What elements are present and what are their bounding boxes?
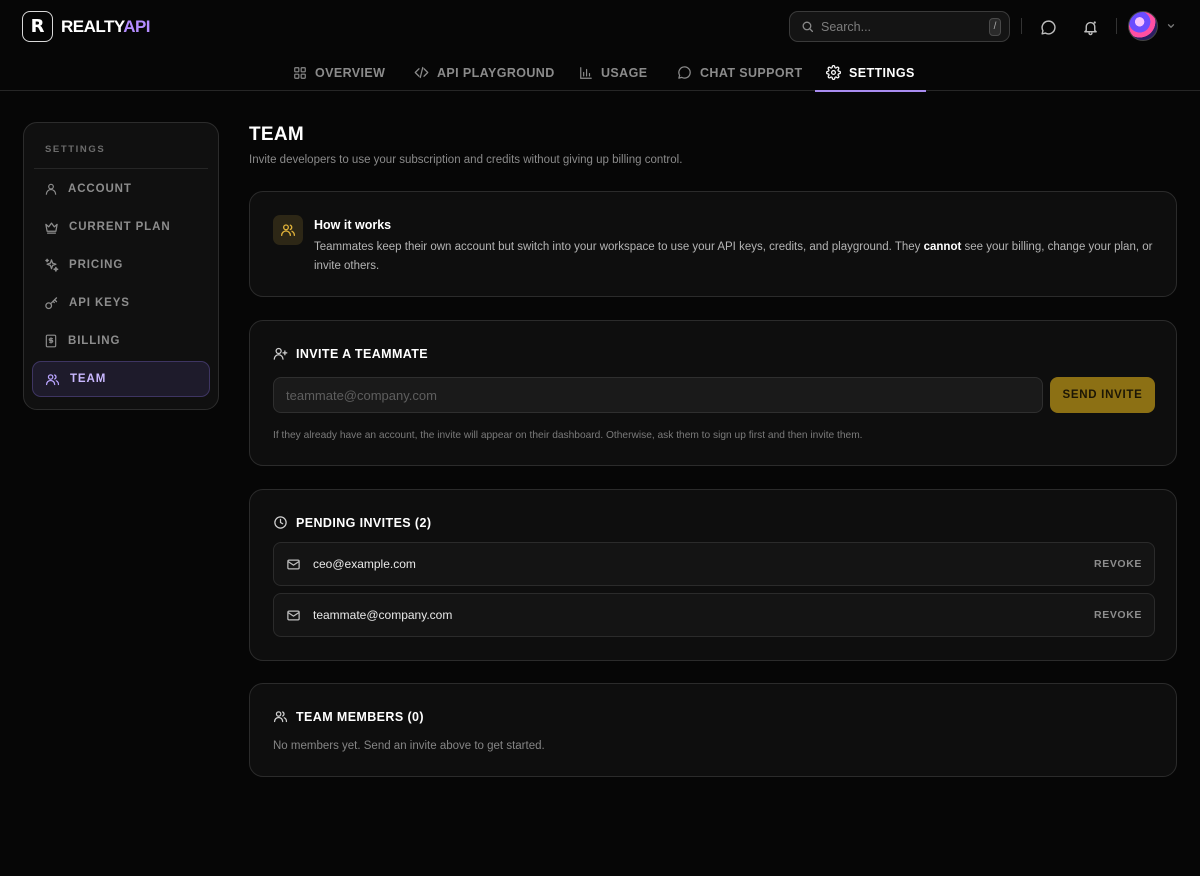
invite-email-input[interactable] bbox=[273, 377, 1043, 413]
avatar[interactable] bbox=[1128, 11, 1158, 41]
team-members-heading-text: TEAM MEMBERS (0) bbox=[296, 709, 424, 724]
sidebar-item-label: ACCOUNT bbox=[68, 183, 132, 195]
tab-label: CHAT SUPPORT bbox=[700, 65, 803, 80]
users-icon bbox=[273, 709, 288, 724]
sidebar-item-label: TEAM bbox=[70, 373, 107, 385]
sidebar-item-label: API KEYS bbox=[69, 297, 130, 309]
mail-icon bbox=[286, 608, 301, 623]
how-it-works-body: Teammates keep their own account but swi… bbox=[314, 238, 1154, 276]
team-members-empty-text: No members yet. Send an invite above to … bbox=[273, 740, 545, 752]
bar-chart-icon bbox=[579, 66, 593, 80]
sidebar-item-label: BILLING bbox=[68, 335, 121, 347]
search-box[interactable]: / bbox=[789, 11, 1010, 42]
tab-settings[interactable]: SETTINGS bbox=[815, 54, 926, 92]
tab-label: USAGE bbox=[601, 65, 648, 80]
sidebar-item-label: CURRENT PLAN bbox=[69, 221, 171, 233]
revoke-button[interactable]: REVOKE bbox=[1094, 609, 1142, 621]
team-members-card: TEAM MEMBERS (0) No members yet. Send an… bbox=[249, 683, 1177, 777]
grid-icon bbox=[293, 66, 307, 80]
pending-invites-heading-text: PENDING INVITES (2) bbox=[296, 515, 432, 530]
divider bbox=[1116, 18, 1117, 34]
search-icon bbox=[801, 20, 814, 33]
tab-overview[interactable]: OVERVIEW bbox=[282, 54, 396, 91]
invite-help-text: If they already have an account, the inv… bbox=[273, 430, 863, 441]
revoke-button[interactable]: REVOKE bbox=[1094, 558, 1142, 570]
how-it-works-card: How it works Teammates keep their own ac… bbox=[249, 191, 1177, 297]
tab-api-playground[interactable]: API PLAYGROUND bbox=[403, 54, 566, 91]
mail-icon bbox=[286, 557, 301, 572]
main-tabs: OVERVIEW API PLAYGROUND USAGE CHAT SUPPO… bbox=[0, 54, 1200, 92]
users-icon bbox=[273, 215, 303, 245]
divider bbox=[1021, 18, 1022, 34]
brand-name-accent: API bbox=[123, 16, 151, 36]
clock-icon bbox=[273, 515, 288, 530]
send-invite-button[interactable]: SEND INVITE bbox=[1050, 377, 1155, 413]
tab-chat-support[interactable]: CHAT SUPPORT bbox=[666, 54, 814, 91]
invite-card: INVITE A TEAMMATE SEND INVITE If they al… bbox=[249, 320, 1177, 466]
chat-icon[interactable] bbox=[1038, 17, 1058, 37]
key-icon bbox=[44, 296, 59, 311]
how-it-works-emphasis: cannot bbox=[923, 241, 962, 253]
logo-mark: R bbox=[22, 11, 53, 42]
how-it-works-text: Teammates keep their own account but swi… bbox=[314, 241, 924, 253]
crown-icon bbox=[44, 220, 59, 235]
sparkles-icon bbox=[44, 258, 59, 273]
users-icon bbox=[45, 372, 60, 387]
invite-heading: INVITE A TEAMMATE bbox=[273, 346, 428, 361]
top-bar: R REALTYAPI / bbox=[0, 0, 1200, 54]
sidebar-item-billing[interactable]: BILLING bbox=[32, 323, 210, 359]
gear-icon bbox=[826, 65, 841, 80]
pending-invite-row: ceo@example.com REVOKE bbox=[273, 542, 1155, 586]
code-icon bbox=[414, 65, 429, 80]
pending-invites-heading: PENDING INVITES (2) bbox=[273, 515, 431, 530]
tab-label: OVERVIEW bbox=[315, 65, 386, 80]
user-icon bbox=[44, 182, 58, 196]
sidebar-item-current-plan[interactable]: CURRENT PLAN bbox=[32, 209, 210, 245]
pending-invite-email: ceo@example.com bbox=[313, 557, 416, 571]
tab-usage[interactable]: USAGE bbox=[568, 54, 658, 91]
sidebar-item-pricing[interactable]: PRICING bbox=[32, 247, 210, 283]
pending-invites-card: PENDING INVITES (2) ceo@example.com REVO… bbox=[249, 489, 1177, 661]
chevron-down-icon[interactable] bbox=[1166, 21, 1176, 31]
tab-label: SETTINGS bbox=[849, 65, 915, 80]
sidebar-item-api-keys[interactable]: API KEYS bbox=[32, 285, 210, 321]
invite-heading-text: INVITE A TEAMMATE bbox=[296, 346, 429, 361]
page-subtitle: Invite developers to use your subscripti… bbox=[249, 154, 683, 166]
search-shortcut-key: / bbox=[989, 17, 1001, 36]
how-it-works-title: How it works bbox=[314, 218, 392, 232]
sidebar-item-account[interactable]: ACCOUNT bbox=[32, 171, 210, 207]
chat-icon bbox=[677, 65, 692, 80]
settings-sidebar: SETTINGS ACCOUNT CURRENT PLAN PRICING AP… bbox=[23, 122, 219, 410]
brand-name: REALTYAPI bbox=[61, 16, 151, 37]
page-title: TEAM bbox=[249, 124, 305, 145]
brand-logo[interactable]: R REALTYAPI bbox=[22, 11, 151, 42]
pending-invite-row: teammate@company.com REVOKE bbox=[273, 593, 1155, 637]
sidebar-item-label: PRICING bbox=[69, 259, 124, 271]
pending-invite-email: teammate@company.com bbox=[313, 608, 453, 622]
sidebar-title: SETTINGS bbox=[34, 123, 208, 169]
team-members-heading: TEAM MEMBERS (0) bbox=[273, 709, 424, 724]
search-input[interactable] bbox=[821, 19, 982, 34]
brand-name-main: REALTY bbox=[61, 16, 124, 36]
tab-label: API PLAYGROUND bbox=[437, 65, 555, 80]
receipt-icon bbox=[44, 334, 58, 348]
bell-icon[interactable] bbox=[1080, 17, 1100, 37]
user-plus-icon bbox=[273, 346, 288, 361]
sidebar-item-team[interactable]: TEAM bbox=[32, 361, 210, 397]
